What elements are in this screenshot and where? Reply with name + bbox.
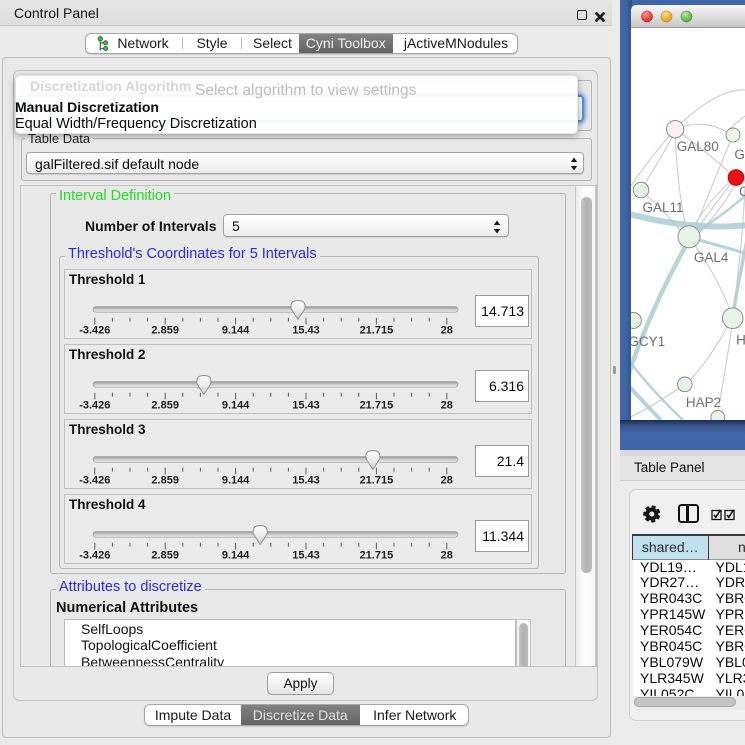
svg-text:-3.426: -3.426 [79, 550, 110, 562]
svg-text:-3.426: -3.426 [79, 400, 110, 412]
svg-text:15.43: 15.43 [292, 325, 320, 337]
svg-text:2.859: 2.859 [151, 400, 179, 412]
svg-text:9.144: 9.144 [222, 325, 250, 337]
svg-text:28: 28 [441, 550, 453, 562]
svg-text:28: 28 [441, 475, 453, 487]
svg-text:9.144: 9.144 [222, 475, 250, 487]
svg-text:GAL80: GAL80 [677, 139, 719, 154]
svg-text:GAL11: GAL11 [643, 200, 684, 215]
svg-text:15.43: 15.43 [292, 475, 320, 487]
svg-text:28: 28 [441, 400, 453, 412]
svg-text:-3.426: -3.426 [79, 475, 110, 487]
svg-text:9.144: 9.144 [222, 400, 250, 412]
svg-text:2.859: 2.859 [151, 325, 179, 337]
svg-text:2.859: 2.859 [151, 550, 179, 562]
svg-text:21.715: 21.715 [360, 475, 394, 487]
svg-text:-3.426: -3.426 [79, 325, 110, 337]
svg-text:H: H [736, 333, 745, 348]
svg-text:28: 28 [441, 325, 453, 337]
svg-text:2.859: 2.859 [151, 475, 179, 487]
svg-text:GAL4: GAL4 [694, 250, 729, 265]
svg-text:21.715: 21.715 [360, 400, 394, 412]
svg-text:15.43: 15.43 [292, 550, 320, 562]
svg-text:15.43: 15.43 [292, 400, 320, 412]
svg-text:HAP2: HAP2 [686, 395, 721, 410]
svg-text:21.715: 21.715 [360, 325, 394, 337]
svg-text:9.144: 9.144 [222, 550, 250, 562]
svg-text:GCY1: GCY1 [631, 334, 665, 349]
svg-text:GA: GA [734, 147, 745, 162]
svg-text:C: C [739, 184, 745, 199]
svg-text:21.715: 21.715 [360, 550, 394, 562]
